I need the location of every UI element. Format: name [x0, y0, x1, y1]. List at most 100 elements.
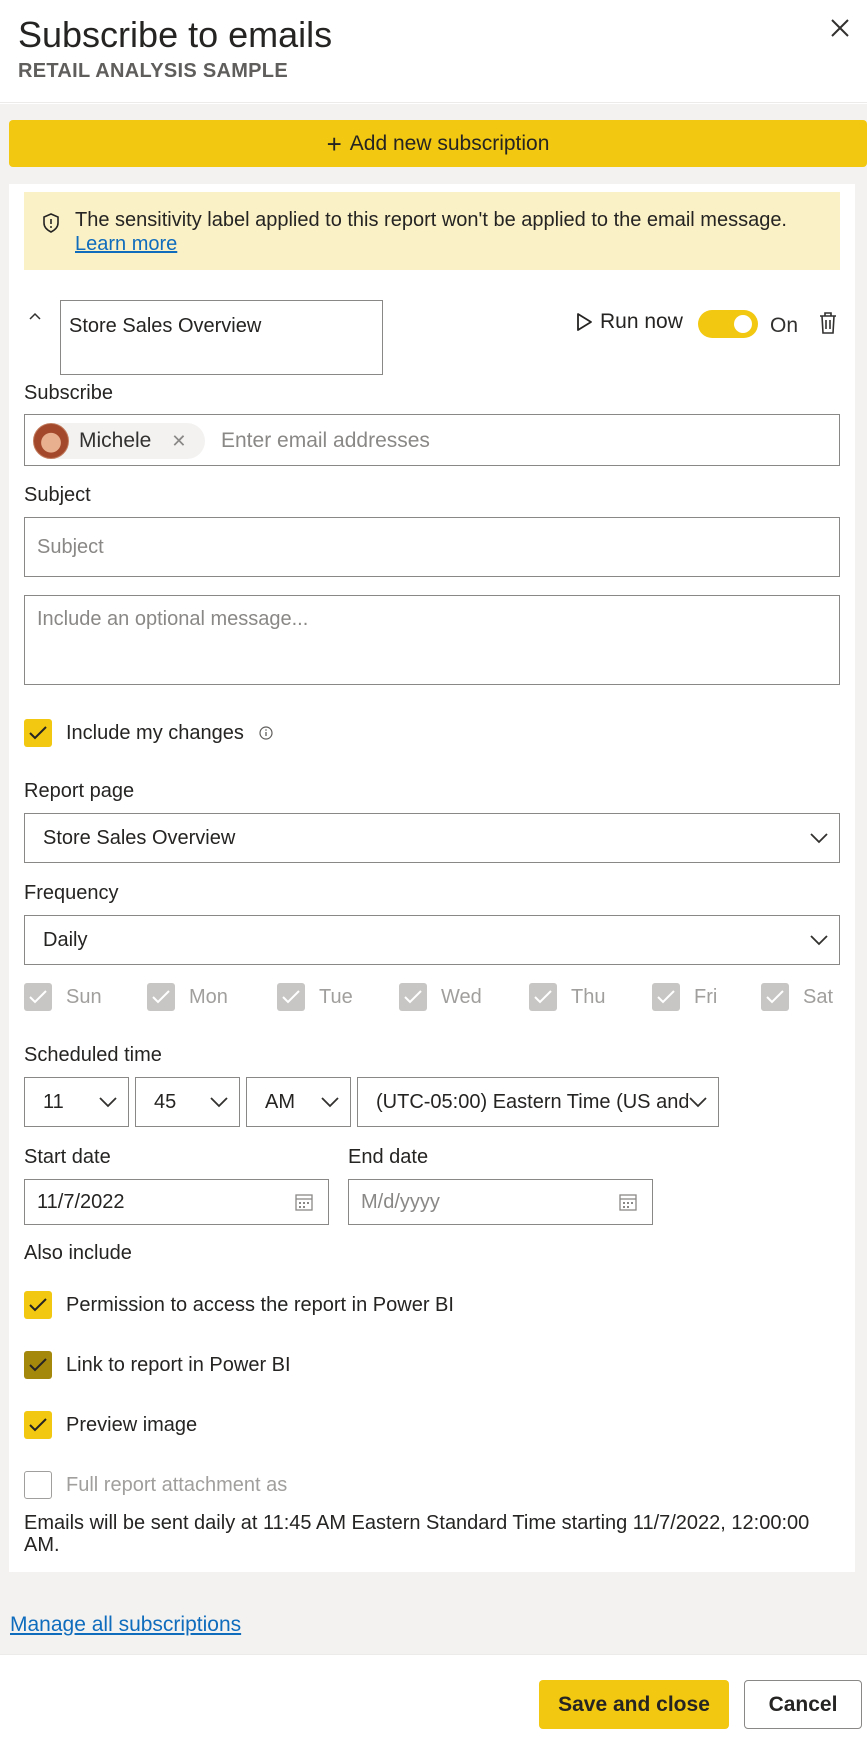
hour-value: 11 — [43, 1090, 64, 1113]
timezone-value: (UTC-05:00) Eastern Time (US and — [376, 1090, 690, 1113]
subject-input[interactable] — [24, 517, 840, 577]
permission-checkbox[interactable] — [24, 1291, 52, 1319]
day-checkbox[interactable] — [147, 983, 175, 1011]
day-checkbox[interactable] — [652, 983, 680, 1011]
day-mon[interactable]: Mon — [147, 983, 228, 1011]
start-date-value: 11/7/2022 — [37, 1190, 125, 1213]
save-and-close-button[interactable]: Save and close — [539, 1680, 729, 1729]
subscription-toggle[interactable] — [698, 310, 758, 338]
also-include-label: Also include — [24, 1242, 132, 1264]
checkmark-icon — [29, 726, 47, 740]
preview-checkbox[interactable] — [24, 1411, 52, 1439]
scheduled-time-label: Scheduled time — [24, 1044, 162, 1066]
recipient-chip[interactable]: Michele ✕ — [33, 423, 205, 459]
manage-subscriptions-link[interactable]: Manage all subscriptions — [10, 1613, 241, 1637]
day-label: Fri — [694, 985, 718, 1008]
ampm-value: AM — [265, 1090, 295, 1113]
avatar — [33, 423, 69, 459]
close-button[interactable] — [824, 12, 856, 44]
attachment-row: Full report attachment as — [24, 1471, 287, 1499]
banner-text: The sensitivity label applied to this re… — [75, 208, 815, 256]
chevron-down-icon — [99, 1097, 117, 1108]
chevron-down-icon — [321, 1097, 339, 1108]
attachment-checkbox[interactable] — [24, 1471, 52, 1499]
recipients-field[interactable]: Michele ✕ — [24, 414, 840, 466]
day-checkbox[interactable] — [529, 983, 557, 1011]
timezone-dropdown[interactable]: (UTC-05:00) Eastern Time (US and — [357, 1077, 719, 1127]
recipient-name: Michele — [79, 429, 152, 452]
learn-more-link[interactable]: Learn more — [75, 233, 177, 255]
day-checkbox[interactable] — [24, 983, 52, 1011]
report-page-value: Store Sales Overview — [43, 826, 236, 849]
remove-recipient-icon[interactable]: ✕ — [171, 431, 186, 452]
checkmark-icon — [29, 1358, 47, 1372]
start-date-picker[interactable]: 11/7/2022 — [24, 1179, 329, 1225]
day-sun[interactable]: Sun — [24, 983, 102, 1011]
add-subscription-label: Add new subscription — [349, 131, 550, 155]
attachment-label: Full report attachment as — [66, 1473, 288, 1496]
schedule-summary: Emails will be sent daily at 11:45 AM Ea… — [24, 1512, 810, 1556]
minute-dropdown[interactable]: 45 — [135, 1077, 240, 1127]
end-date-label: End date — [348, 1146, 429, 1168]
subject-label: Subject — [24, 484, 91, 506]
checkmark-icon — [534, 990, 552, 1004]
chevron-down-icon — [210, 1097, 228, 1108]
link-label: Link to report in Power BI — [66, 1353, 291, 1376]
day-fri[interactable]: Fri — [652, 983, 717, 1011]
include-changes-label: Include my changes — [66, 721, 244, 744]
ampm-dropdown[interactable]: AM — [246, 1077, 351, 1127]
permission-label: Permission to access the report in Power… — [66, 1293, 454, 1316]
hour-dropdown[interactable]: 11 — [24, 1077, 129, 1127]
day-checkbox[interactable] — [399, 983, 427, 1011]
include-changes-checkbox[interactable] — [24, 719, 52, 747]
trash-icon[interactable] — [816, 310, 840, 336]
day-checkbox[interactable] — [277, 983, 305, 1011]
end-date-placeholder: M/d/yyyy — [361, 1190, 440, 1213]
run-now-button[interactable]: Run now — [574, 310, 683, 334]
permission-row: Permission to access the report in Power… — [24, 1291, 454, 1319]
plus-icon: + — [326, 128, 342, 159]
day-label: Sat — [803, 985, 834, 1008]
cancel-button[interactable]: Cancel — [744, 1680, 862, 1729]
close-icon — [831, 19, 849, 37]
include-changes-row: Include my changes — [24, 719, 274, 747]
day-thu[interactable]: Thu — [529, 983, 605, 1011]
report-page-label: Report page — [24, 780, 135, 802]
link-checkbox[interactable] — [24, 1351, 52, 1379]
checkmark-icon — [29, 990, 47, 1004]
day-sat[interactable]: Sat — [761, 983, 833, 1011]
day-wed[interactable]: Wed — [399, 983, 482, 1011]
subscription-name-field[interactable]: Store Sales Overview — [60, 300, 383, 375]
add-subscription-button[interactable]: + Add new subscription — [9, 120, 867, 167]
frequency-label: Frequency — [24, 882, 119, 904]
panel-footer — [0, 1654, 867, 1745]
minute-value: 45 — [154, 1090, 177, 1113]
day-label: Mon — [189, 985, 228, 1008]
checkmark-icon — [766, 990, 784, 1004]
preview-row: Preview image — [24, 1411, 197, 1439]
chevron-down-icon — [810, 833, 828, 844]
calendar-icon[interactable] — [618, 1192, 638, 1212]
email-input[interactable] — [221, 425, 821, 457]
link-row: Link to report in Power BI — [24, 1351, 291, 1379]
day-tue[interactable]: Tue — [277, 983, 353, 1011]
checkmark-icon — [657, 990, 675, 1004]
message-textarea[interactable] — [24, 595, 840, 685]
day-label: Tue — [319, 985, 353, 1008]
report-page-dropdown[interactable]: Store Sales Overview — [24, 813, 840, 863]
checkmark-icon — [29, 1418, 47, 1432]
play-icon — [577, 313, 592, 331]
day-checkbox[interactable] — [761, 983, 789, 1011]
frequency-dropdown[interactable]: Daily — [24, 915, 840, 965]
page-title: Subscribe to emails — [18, 14, 333, 55]
sensitivity-banner: The sensitivity label applied to this re… — [24, 192, 840, 270]
checkmark-icon — [152, 990, 170, 1004]
run-now-label: Run now — [600, 310, 683, 333]
day-label: Wed — [441, 985, 482, 1008]
chevron-down-icon — [688, 1096, 708, 1108]
calendar-icon[interactable] — [294, 1192, 314, 1212]
start-date-label: Start date — [24, 1146, 111, 1168]
end-date-picker[interactable]: M/d/yyyy — [348, 1179, 653, 1225]
chevron-up-icon[interactable] — [24, 306, 46, 328]
info-icon[interactable] — [258, 725, 274, 741]
